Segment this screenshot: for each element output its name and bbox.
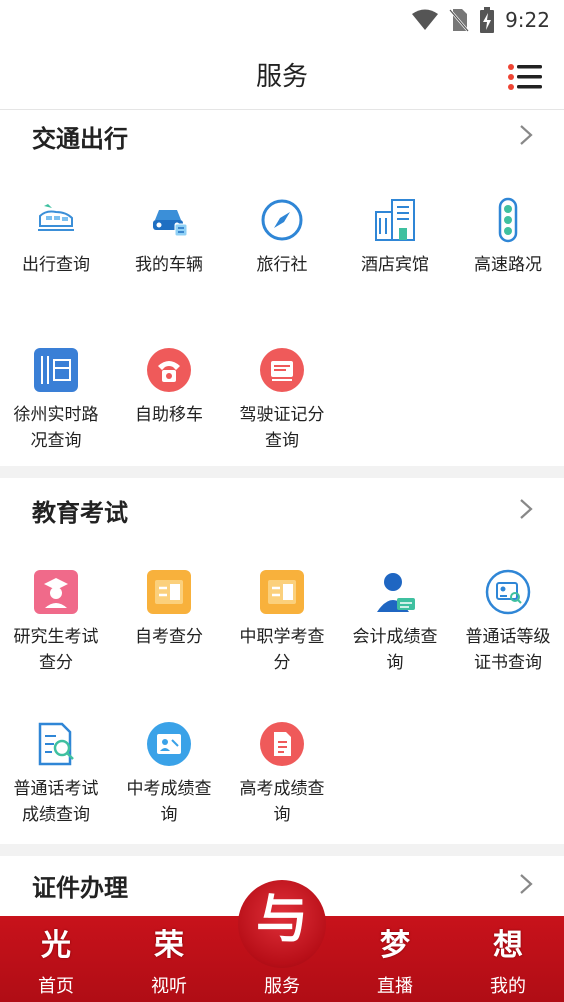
tab-label: 直播 — [377, 976, 413, 997]
section-title: 交通出行 — [32, 125, 128, 153]
live-tab-icon: 梦 — [380, 928, 410, 963]
list-menu-icon[interactable] — [508, 64, 542, 90]
score-card-icon — [260, 570, 304, 614]
status-time: 9:22 — [505, 8, 550, 32]
service-label: 我的车辆 — [135, 255, 203, 275]
hotel-building-icon — [375, 199, 415, 241]
section-title: 教育考试 — [32, 499, 128, 527]
no-sim-icon — [449, 9, 470, 32]
phone-icon — [147, 348, 191, 392]
service-label: 酒店宾馆 — [361, 255, 429, 275]
service-label: 徐州实时路 况查询 — [13, 405, 99, 451]
tab-label: 我的 — [490, 976, 526, 997]
service-item-self-move-car[interactable]: 自助移车 — [113, 346, 225, 428]
service-item-high-school-entrance-score[interactable]: 中考成绩查询 — [113, 720, 225, 828]
service-item-my-vehicle[interactable]: 我的车辆 — [113, 196, 225, 278]
section-header-education[interactable]: 教育考试 — [0, 484, 564, 534]
service-label: 出行查询 — [22, 255, 90, 275]
service-item-hotel[interactable]: 酒店宾馆 — [339, 196, 451, 278]
exam-paper-icon — [38, 722, 74, 766]
battery-charging-icon — [480, 7, 495, 33]
section-divider — [0, 466, 564, 478]
compass-icon — [261, 199, 303, 241]
graduate-icon — [34, 570, 78, 614]
mine-tab-icon: 想 — [493, 928, 523, 963]
section-title: 证件办理 — [32, 874, 128, 902]
certificate-search-icon — [485, 569, 531, 615]
section-education: 教育考试 研究生考试 查分 自考查分 中职学考查分 会计成绩查 询 普通话等级 … — [0, 484, 564, 844]
section-header-transport[interactable]: 交通出行 — [0, 110, 564, 160]
service-label: 中考成绩查询 — [126, 779, 212, 825]
service-label: 驾驶证记分 查询 — [239, 405, 325, 451]
service-label: 高速路况 — [474, 255, 542, 275]
service-item-self-exam-score[interactable]: 自考查分 — [113, 568, 225, 650]
service-label: 旅行社 — [256, 255, 308, 275]
service-item-mandarin-exam-score[interactable]: 普通话考试 成绩查询 — [0, 720, 112, 828]
car-icon — [153, 210, 188, 237]
service-label: 自助移车 — [135, 405, 203, 425]
service-item-college-entrance-score[interactable]: 高考成绩查询 — [226, 720, 338, 828]
page-title: 服务 — [255, 62, 308, 92]
service-item-postgraduate-score[interactable]: 研究生考试 查分 — [0, 568, 112, 676]
chevron-right-icon — [520, 874, 533, 894]
service-item-highway[interactable]: 高速路况 — [452, 196, 564, 278]
home-tab-icon: 光 — [41, 928, 71, 963]
document-icon — [260, 722, 304, 766]
media-tab-icon: 荣 — [154, 928, 184, 963]
section-divider — [0, 844, 564, 856]
tab-mine[interactable]: 想 我的 — [452, 916, 564, 1002]
service-label: 自考查分 — [135, 627, 203, 647]
tab-label: 服务 — [264, 976, 300, 997]
service-item-travel-agency[interactable]: 旅行社 — [226, 196, 338, 278]
score-card-icon — [147, 570, 191, 614]
service-item-mandarin-certificate[interactable]: 普通话等级 证书查询 — [452, 568, 564, 676]
service-item-xuzhou-traffic[interactable]: 徐州实时路 况查询 — [0, 346, 112, 454]
chevron-right-icon — [520, 499, 533, 519]
tab-label: 视听 — [151, 976, 187, 997]
service-label: 普通话考试 成绩查询 — [13, 779, 99, 825]
accountant-icon — [377, 573, 415, 612]
tab-label: 首页 — [38, 976, 74, 997]
page-header: 服务 — [0, 40, 564, 110]
service-item-accounting-score[interactable]: 会计成绩查询 — [339, 568, 451, 676]
services-tab-glyph: 与 — [255, 889, 308, 950]
chevron-right-icon — [520, 125, 533, 145]
id-photo-icon — [147, 722, 191, 766]
road-map-icon — [34, 348, 78, 392]
tab-home[interactable]: 光 首页 — [0, 916, 112, 1002]
train-icon — [38, 204, 74, 231]
license-card-icon — [260, 348, 304, 392]
service-label: 普通话等级 证书查询 — [465, 627, 551, 673]
service-item-vocational-score[interactable]: 中职学考查分 — [226, 568, 338, 676]
tab-media[interactable]: 荣 视听 — [113, 916, 225, 1002]
traffic-light-icon — [498, 197, 518, 243]
service-label: 研究生考试 查分 — [13, 627, 99, 673]
service-item-travel-query[interactable]: 出行查询 — [0, 196, 112, 278]
service-item-license-points[interactable]: 驾驶证记分 查询 — [226, 346, 338, 454]
service-label: 高考成绩查询 — [239, 779, 325, 825]
status-bar: 9:22 — [0, 0, 564, 40]
service-label: 中职学考查分 — [239, 627, 325, 673]
section-transport: 交通出行 出行查询 我的车辆 旅行社 酒店宾馆 高速路况 徐州实时路 况查询 自… — [0, 110, 564, 466]
wifi-icon — [412, 9, 439, 30]
service-label: 会计成绩查询 — [352, 627, 438, 673]
tab-live[interactable]: 梦 直播 — [339, 916, 451, 1002]
services-tab-icon[interactable]: 与 — [238, 880, 326, 968]
